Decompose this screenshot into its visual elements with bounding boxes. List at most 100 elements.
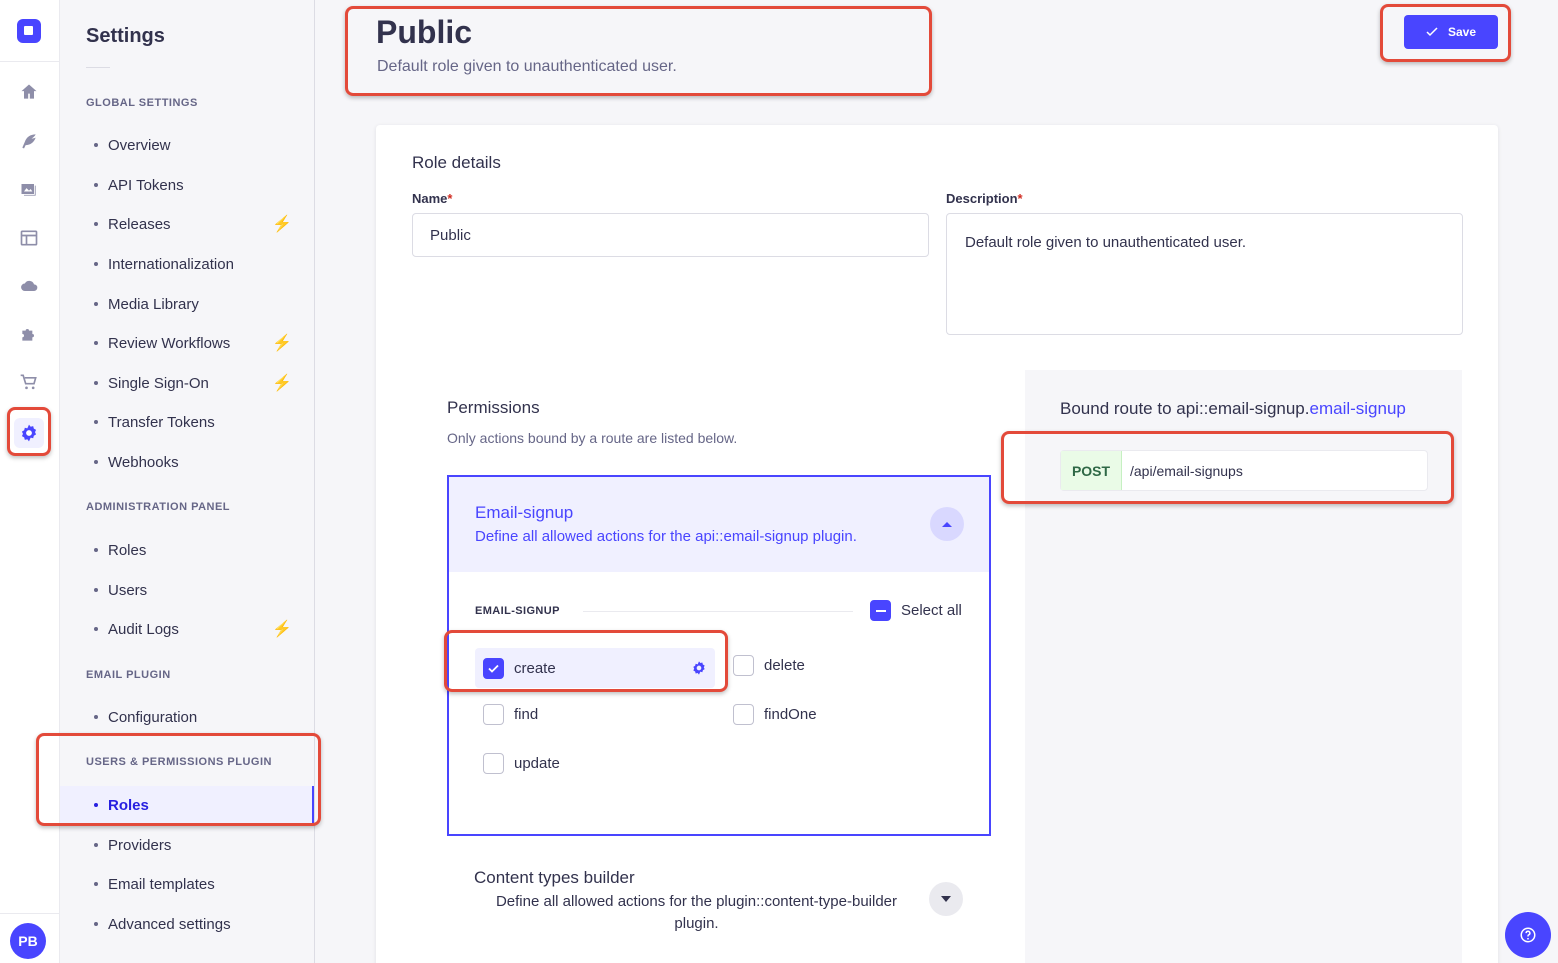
bullet bbox=[94, 183, 98, 187]
nav-item-internationalization[interactable]: Internationalization bbox=[60, 245, 314, 283]
action-find[interactable]: find bbox=[483, 704, 538, 725]
nav-item-label: Review Workflows bbox=[108, 334, 231, 352]
nav-item-label: Advanced settings bbox=[108, 915, 231, 933]
required-mark: * bbox=[1017, 191, 1023, 206]
rail-divider bbox=[0, 61, 60, 62]
nav-item-users[interactable]: Users bbox=[60, 571, 314, 609]
bullet bbox=[94, 843, 98, 847]
feather-icon[interactable] bbox=[18, 130, 40, 152]
role-details-heading: Role details bbox=[412, 153, 501, 172]
nav-item-label: Configuration bbox=[108, 708, 198, 726]
nav-item-audit-logs[interactable]: Audit Logs ⚡ bbox=[60, 610, 314, 648]
bound-route-heading: Bound route to api::email-signup.email-s… bbox=[1060, 398, 1420, 419]
chevron-down-icon[interactable] bbox=[929, 882, 963, 916]
select-all-checkbox[interactable]: Select all bbox=[870, 600, 962, 621]
logo-icon[interactable] bbox=[17, 19, 41, 43]
nav-item-up-roles[interactable]: Roles bbox=[60, 786, 314, 824]
section-users-permissions-plugin: USERS & PERMISSIONS PLUGIN bbox=[86, 756, 272, 768]
route-path: /api/email-signups bbox=[1130, 462, 1243, 479]
nav-item-label: API Tokens bbox=[108, 176, 184, 194]
role-card: Role details Name* Public Description* D… bbox=[376, 125, 1498, 963]
nav-item-label: Media Library bbox=[108, 295, 199, 313]
nav-item-label: Internationalization bbox=[108, 255, 234, 273]
cloud-icon[interactable] bbox=[18, 275, 40, 297]
nav-item-transfer-tokens[interactable]: Transfer Tokens bbox=[60, 403, 314, 441]
bound-route-highlight: email-signup bbox=[1309, 399, 1406, 418]
nav-item-single-sign-on[interactable]: Single Sign-On ⚡ bbox=[60, 364, 314, 402]
accordion-title: Email-signup bbox=[475, 503, 574, 522]
nav-item-configuration[interactable]: Configuration bbox=[60, 698, 314, 736]
indeterminate-checkbox[interactable] bbox=[870, 600, 891, 621]
bullet bbox=[94, 460, 98, 464]
route-pill: POST /api/email-signups bbox=[1060, 450, 1428, 491]
image-icon[interactable] bbox=[18, 178, 40, 200]
checkbox[interactable] bbox=[483, 704, 504, 725]
nav-item-review-workflows[interactable]: Review Workflows ⚡ bbox=[60, 324, 314, 362]
name-field[interactable]: Public bbox=[412, 213, 929, 257]
action-create[interactable]: create bbox=[475, 648, 715, 688]
bullet bbox=[94, 588, 98, 592]
bullet bbox=[94, 262, 98, 266]
nav-item-releases[interactable]: Releases ⚡ bbox=[60, 205, 314, 243]
action-label: findOne bbox=[764, 706, 817, 723]
nav-item-label: Roles bbox=[108, 796, 149, 814]
cog-icon[interactable] bbox=[691, 660, 707, 680]
nav-item-label: Roles bbox=[108, 541, 147, 559]
nav-item-api-tokens[interactable]: API Tokens bbox=[60, 166, 314, 204]
nav-item-label: Email templates bbox=[108, 875, 215, 893]
action-findone[interactable]: findOne bbox=[733, 704, 817, 725]
permissions-panel: Permissions Only actions bound by a rout… bbox=[412, 370, 1462, 963]
checkbox-checked[interactable] bbox=[483, 657, 504, 679]
save-button[interactable]: Save bbox=[1404, 15, 1498, 49]
lightning-icon: ⚡ bbox=[272, 375, 292, 392]
puzzle-icon[interactable] bbox=[18, 323, 40, 345]
page-subtitle: Default role given to unauthenticated us… bbox=[377, 58, 677, 75]
nav-item-advanced-settings[interactable]: Advanced settings bbox=[60, 905, 314, 943]
nav-item-overview[interactable]: Overview bbox=[60, 126, 314, 164]
avatar[interactable]: PB bbox=[10, 923, 46, 959]
bullet bbox=[94, 922, 98, 926]
subnav-title: Settings bbox=[86, 25, 165, 47]
bullet bbox=[94, 420, 98, 424]
action-label: delete bbox=[764, 657, 805, 674]
chevron-up-icon[interactable] bbox=[930, 507, 964, 541]
description-label: Description* bbox=[946, 191, 1023, 206]
layout-icon[interactable] bbox=[18, 227, 40, 249]
lightning-icon: ⚡ bbox=[272, 335, 292, 352]
bullet bbox=[94, 882, 98, 886]
accordion-header[interactable]: Email-signup Define all allowed actions … bbox=[449, 477, 989, 572]
nav-item-media-library[interactable]: Media Library bbox=[60, 285, 314, 323]
nav-item-label: Transfer Tokens bbox=[108, 413, 215, 431]
nav-item-label: Audit Logs bbox=[108, 620, 179, 638]
cart-icon[interactable] bbox=[18, 371, 40, 393]
nav-item-admin-roles[interactable]: Roles bbox=[60, 531, 314, 569]
home-icon[interactable] bbox=[18, 81, 40, 103]
nav-item-providers[interactable]: Providers bbox=[60, 826, 314, 864]
action-update[interactable]: update bbox=[483, 753, 560, 774]
section-administration-panel: ADMINISTRATION PANEL bbox=[86, 501, 231, 513]
action-label: update bbox=[514, 755, 560, 772]
checkbox[interactable] bbox=[733, 655, 754, 676]
select-all-label: Select all bbox=[901, 602, 962, 619]
permissions-hint: Only actions bound by a route are listed… bbox=[447, 430, 738, 446]
save-button-label: Save bbox=[1447, 25, 1477, 39]
checkbox[interactable] bbox=[733, 704, 754, 725]
lightning-icon: ⚡ bbox=[272, 621, 292, 638]
gear-icon[interactable] bbox=[18, 422, 40, 444]
group-divider bbox=[583, 611, 853, 612]
checkbox[interactable] bbox=[483, 753, 504, 774]
subnav-divider bbox=[86, 67, 110, 68]
nav-item-label: Overview bbox=[108, 136, 171, 154]
nav-item-label: Webhooks bbox=[108, 453, 179, 471]
section-email-plugin: EMAIL PLUGIN bbox=[86, 669, 171, 681]
help-button[interactable] bbox=[1505, 912, 1551, 958]
action-delete[interactable]: delete bbox=[733, 655, 805, 676]
accordion-title: Content types builder bbox=[474, 868, 635, 887]
accordion-description: Define all allowed actions for the api::… bbox=[475, 528, 857, 545]
check-icon bbox=[1426, 27, 1438, 37]
accordion-description: Define all allowed actions for the plugi… bbox=[495, 893, 898, 932]
nav-item-webhooks[interactable]: Webhooks bbox=[60, 443, 314, 481]
description-field[interactable]: Default role given to unauthenticated us… bbox=[946, 213, 1463, 335]
nav-item-email-templates[interactable]: Email templates bbox=[60, 865, 314, 903]
nav-item-label: Releases bbox=[108, 215, 171, 233]
